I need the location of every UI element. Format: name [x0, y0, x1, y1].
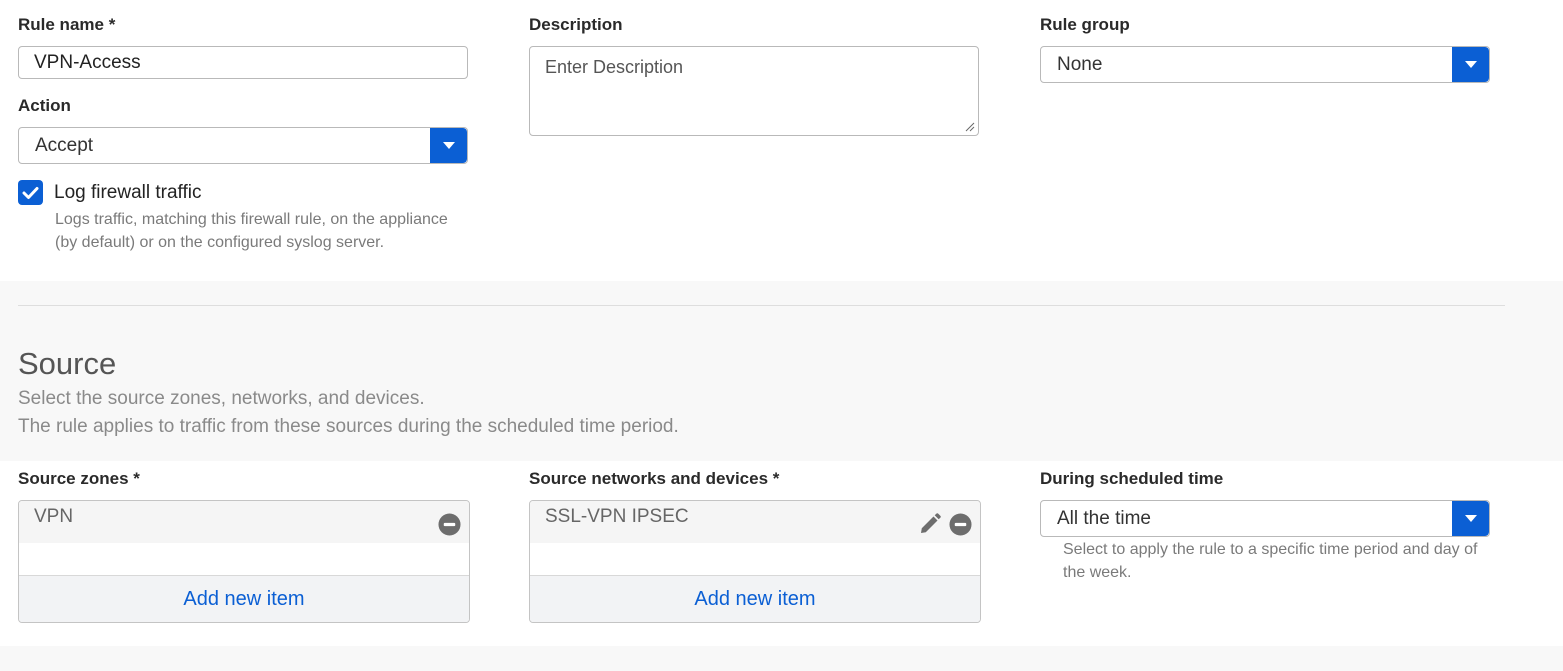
minus-circle-icon[interactable]: [438, 513, 461, 536]
log-traffic-label[interactable]: Log firewall traffic: [54, 182, 202, 204]
action-select[interactable]: Accept: [18, 127, 468, 164]
source-desc-line-1: Select the source zones, networks, and d…: [18, 388, 425, 409]
log-help-line-2: (by default) or on the configured syslog…: [55, 234, 385, 251]
source-section-description: Select the source zones, networks, and d…: [18, 385, 679, 441]
source-desc-line-2: The rule applies to traffic from these s…: [18, 416, 679, 437]
source-zones-list: VPN Add new item: [18, 500, 470, 623]
resize-grip-icon[interactable]: [965, 122, 975, 132]
schedule-help: Select to apply the rule to a specific t…: [1063, 538, 1533, 584]
schedule-select[interactable]: All the time: [1040, 500, 1490, 537]
source-networks-label: Source networks and devices *: [529, 469, 780, 488]
chevron-down-icon[interactable]: [1452, 501, 1489, 536]
list-item: VPN: [19, 501, 469, 543]
description-label: Description: [529, 15, 623, 34]
rule-group-value: None: [1057, 53, 1103, 75]
description-placeholder: Enter Description: [545, 57, 684, 77]
schedule-help-line-2: the week.: [1063, 564, 1132, 581]
log-traffic-help: Logs traffic, matching this firewall rul…: [55, 208, 515, 254]
description-textarea[interactable]: Enter Description: [529, 46, 979, 136]
list-item: SSL-VPN IPSEC: [530, 501, 980, 543]
source-zones-add-button[interactable]: Add new item: [19, 575, 469, 622]
source-networks-add-button[interactable]: Add new item: [530, 575, 980, 622]
rule-group-select[interactable]: None: [1040, 46, 1490, 83]
log-help-line-1: Logs traffic, matching this firewall rul…: [55, 211, 448, 228]
next-section-panel: [0, 646, 1563, 671]
action-label: Action: [18, 96, 71, 115]
chevron-down-icon[interactable]: [1452, 47, 1489, 82]
action-value: Accept: [35, 134, 94, 156]
schedule-value: All the time: [1057, 507, 1151, 529]
minus-circle-icon[interactable]: [949, 513, 972, 536]
source-section-title: Source: [18, 346, 117, 381]
rule-name-input[interactable]: VPN-Access: [18, 46, 468, 79]
rule-name-label: Rule name *: [18, 15, 116, 34]
chevron-down-icon[interactable]: [430, 128, 467, 163]
pencil-icon[interactable]: [918, 512, 942, 536]
source-zone-item-label: VPN: [34, 506, 74, 527]
source-network-item-label: SSL-VPN IPSEC: [545, 506, 689, 527]
rule-name-value: VPN-Access: [34, 51, 141, 73]
rule-group-label: Rule group: [1040, 15, 1130, 34]
source-zones-label: Source zones *: [18, 469, 140, 488]
log-traffic-checkbox[interactable]: [18, 180, 43, 205]
schedule-label: During scheduled time: [1040, 469, 1224, 488]
schedule-help-line-1: Select to apply the rule to a specific t…: [1063, 541, 1478, 558]
checkmark-icon: [22, 186, 39, 199]
source-networks-list: SSL-VPN IPSEC Add new item: [529, 500, 981, 623]
section-divider: [18, 305, 1505, 306]
